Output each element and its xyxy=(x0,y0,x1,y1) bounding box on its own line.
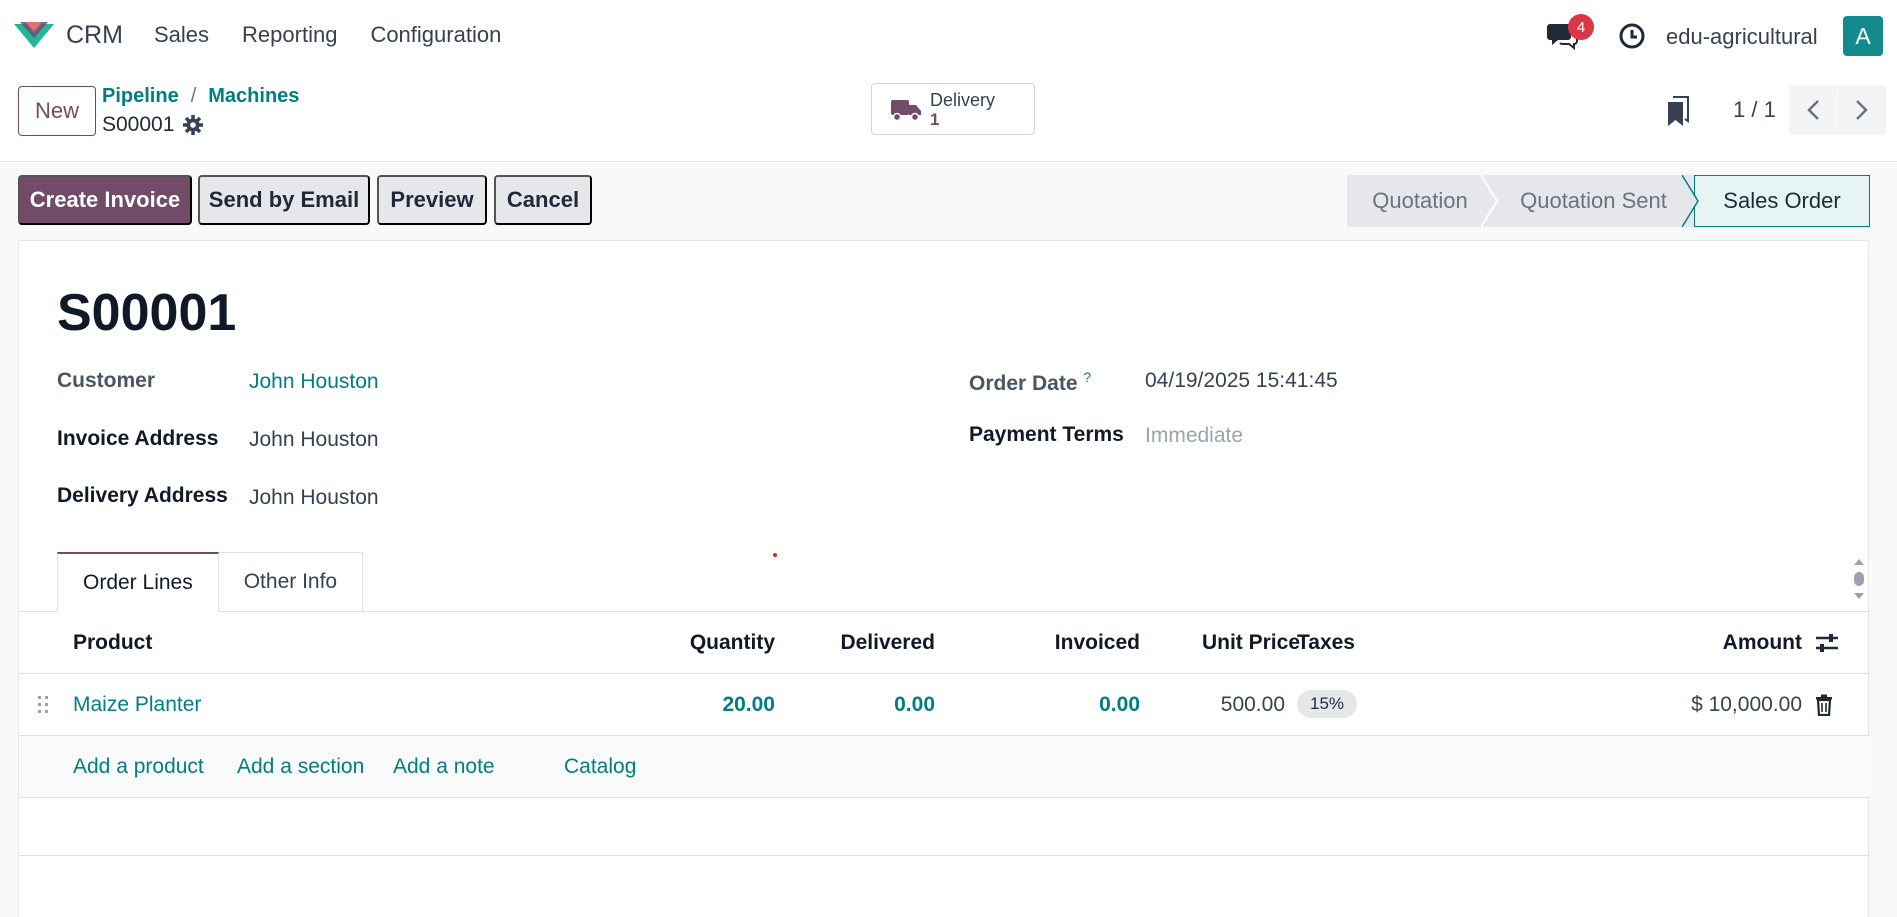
control-panel: New Pipeline / Machines S00001 Delivery … xyxy=(0,72,1897,162)
main-menu: Sales Reporting Configuration xyxy=(154,22,501,48)
company-switcher[interactable]: edu-agricultural xyxy=(1666,24,1818,50)
customer-label: Customer xyxy=(57,369,156,392)
row-amount: $ 10,000.00 xyxy=(1691,693,1802,716)
menu-configuration[interactable]: Configuration xyxy=(370,22,501,48)
app-logo-icon[interactable] xyxy=(12,18,56,52)
delivery-smart-button[interactable]: Delivery 1 xyxy=(871,83,1035,135)
menu-sales[interactable]: Sales xyxy=(154,22,209,48)
notebook-tabs: Order Lines Other Info xyxy=(57,552,364,612)
order-lines-header: Product Quantity Delivered Invoiced Unit… xyxy=(19,612,1870,674)
add-line-row: Add a product Add a section Add a note C… xyxy=(19,736,1870,798)
col-taxes[interactable]: Taxes xyxy=(1297,631,1355,655)
order-title: S00001 xyxy=(57,284,237,342)
col-unit-price[interactable]: Unit Price xyxy=(1202,631,1300,655)
row-product[interactable]: Maize Planter xyxy=(73,693,201,717)
optional-columns-icon[interactable] xyxy=(1814,631,1840,655)
breadcrumb-pipeline[interactable]: Pipeline xyxy=(102,85,179,108)
action-bar: Create Invoice Send by Email Preview Can… xyxy=(0,163,1897,240)
col-product[interactable]: Product xyxy=(73,631,152,655)
pager-previous-button[interactable] xyxy=(1789,85,1837,135)
row-delivered[interactable]: 0.00 xyxy=(894,693,935,717)
order-date-label-text: Order Date xyxy=(969,372,1078,395)
menu-reporting[interactable]: Reporting xyxy=(242,22,337,48)
tab-other-info[interactable]: Other Info xyxy=(218,552,364,612)
help-icon[interactable]: ? xyxy=(1083,369,1091,385)
invoice-address-label: Invoice Address xyxy=(57,427,219,450)
delivery-address-label: Delivery Address xyxy=(57,484,228,507)
status-bar: Quotation Quotation Sent Sales Order xyxy=(1347,175,1870,227)
row-tax-badge[interactable]: 15% xyxy=(1297,690,1358,718)
add-section-link[interactable]: Add a section xyxy=(237,755,364,779)
truck-icon xyxy=(891,100,921,122)
table-row[interactable]: Maize Planter 20.00 0.00 0.00 500.00 15%… xyxy=(19,674,1870,736)
invoice-address-field[interactable]: John Houston xyxy=(249,428,379,452)
delivery-count: 1 xyxy=(930,110,940,129)
col-invoiced[interactable]: Invoiced xyxy=(1055,631,1140,655)
payment-terms-label: Payment Terms xyxy=(969,423,1124,446)
stage-arrow-divider xyxy=(1682,175,1699,227)
messages-count-badge: 4 xyxy=(1568,14,1594,40)
drag-handle-icon[interactable] xyxy=(37,695,49,715)
user-avatar[interactable]: A xyxy=(1843,16,1883,56)
scroll-indicator-icon[interactable] xyxy=(1852,556,1866,602)
activity-clock-icon[interactable] xyxy=(1618,22,1646,50)
row-quantity[interactable]: 20.00 xyxy=(722,693,775,717)
new-button[interactable]: New xyxy=(18,86,96,136)
breadcrumb-machines[interactable]: Machines xyxy=(208,85,299,108)
form-sheet: S00001 Customer John Houston Invoice Add… xyxy=(18,240,1870,917)
stage-quotation[interactable]: Quotation xyxy=(1347,175,1493,227)
bookmark-icon[interactable] xyxy=(1664,96,1692,128)
delivery-label: Delivery xyxy=(930,90,996,110)
col-delivered[interactable]: Delivered xyxy=(840,631,935,655)
order-date-field[interactable]: 04/19/2025 15:41:45 xyxy=(1145,369,1338,393)
app-name[interactable]: CRM xyxy=(66,21,123,50)
catalog-link[interactable]: Catalog xyxy=(564,755,636,779)
chevron-left-icon xyxy=(1807,100,1819,120)
add-note-link[interactable]: Add a note xyxy=(393,755,495,779)
payment-terms-field[interactable]: Immediate xyxy=(1145,424,1243,448)
preview-button[interactable]: Preview xyxy=(377,175,487,225)
row-unit-price[interactable]: 500.00 xyxy=(1221,693,1285,717)
cancel-button[interactable]: Cancel xyxy=(494,175,592,225)
top-navbar: CRM Sales Reporting Configuration 4 edu-… xyxy=(0,0,1897,72)
col-quantity[interactable]: Quantity xyxy=(690,631,775,655)
customer-field[interactable]: John Houston xyxy=(249,370,379,394)
stage-arrow-divider xyxy=(1481,175,1499,227)
send-by-email-button[interactable]: Send by Email xyxy=(198,175,370,225)
row-invoiced[interactable]: 0.00 xyxy=(1099,693,1140,717)
trash-icon[interactable] xyxy=(1815,694,1833,716)
stage-sales-order[interactable]: Sales Order xyxy=(1694,175,1870,227)
breadcrumb: Pipeline / Machines xyxy=(102,85,299,108)
chevron-right-icon xyxy=(1856,100,1868,120)
delivery-address-field[interactable]: John Houston xyxy=(249,486,379,510)
pager-next-button[interactable] xyxy=(1838,85,1886,135)
breadcrumb-separator: / xyxy=(190,85,197,107)
stage-quotation-sent[interactable]: Quotation Sent xyxy=(1493,175,1694,227)
add-product-link[interactable]: Add a product xyxy=(73,755,204,779)
empty-row xyxy=(19,798,1870,856)
cursor-dot xyxy=(773,553,777,557)
create-invoice-button[interactable]: Create Invoice xyxy=(18,175,192,225)
record-name: S00001 xyxy=(102,113,175,136)
gear-icon[interactable] xyxy=(182,114,204,136)
tab-order-lines[interactable]: Order Lines xyxy=(57,552,219,612)
col-amount[interactable]: Amount xyxy=(1723,631,1802,655)
order-date-label: Order Date ? xyxy=(969,369,1091,396)
pager-value[interactable]: 1 / 1 xyxy=(1733,97,1776,123)
